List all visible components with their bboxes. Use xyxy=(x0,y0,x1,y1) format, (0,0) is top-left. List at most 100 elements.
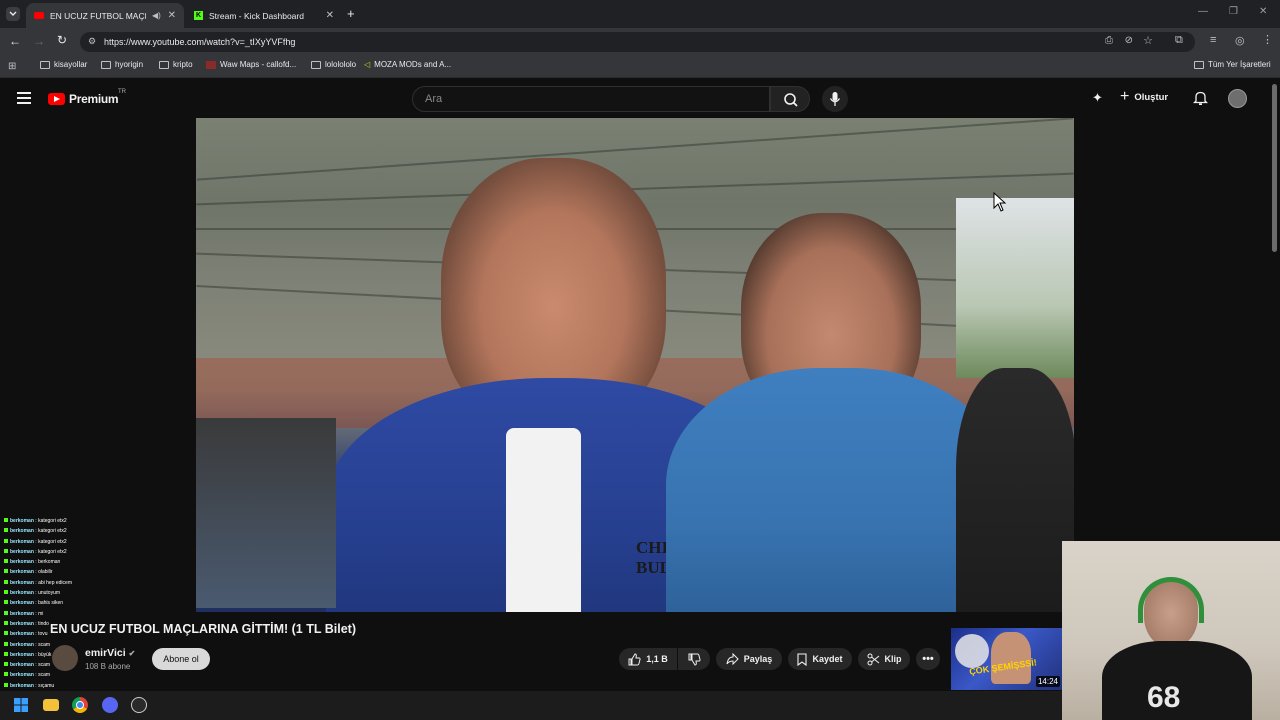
dislike-button[interactable] xyxy=(678,648,710,670)
more-actions-button[interactable]: ••• xyxy=(916,648,940,670)
reload-icon[interactable]: ↻ xyxy=(57,33,67,47)
maximize-button[interactable]: ❐ xyxy=(1229,6,1238,17)
discord-icon[interactable] xyxy=(102,697,118,713)
profile-icon[interactable]: ◎ xyxy=(1235,34,1245,47)
chat-text: scam xyxy=(38,672,51,679)
chat-text: kategori etx2 xyxy=(38,528,67,535)
chat-badge-icon xyxy=(4,641,8,646)
channel-avatar[interactable] xyxy=(52,645,78,671)
chat-badge-icon xyxy=(4,548,8,553)
file-explorer-icon[interactable] xyxy=(43,699,59,711)
obs-icon[interactable] xyxy=(131,697,147,713)
chat-message: berkoman : kategori etx2 xyxy=(0,547,230,557)
clip-button[interactable]: Klip xyxy=(858,648,910,670)
bookmark-folder[interactable]: lololololo xyxy=(311,60,356,69)
back-icon[interactable]: ← xyxy=(9,34,21,48)
share-button[interactable]: Paylaş xyxy=(716,648,782,670)
eye-off-icon[interactable]: ⊘ xyxy=(1125,35,1133,46)
menu-kebab-icon[interactable]: ⋮ xyxy=(1262,33,1273,46)
tab-title: EN UCUZ FUTBOL MAÇLAR xyxy=(50,10,146,21)
page-scrollbar[interactable] xyxy=(1272,84,1277,252)
folder-icon xyxy=(311,60,321,69)
share-icon xyxy=(726,653,739,665)
bookmark-folder[interactable]: kripto xyxy=(159,60,193,69)
chat-message: berkoman : mi xyxy=(0,609,230,619)
create-button[interactable]: + Oluştur xyxy=(1120,88,1168,105)
chat-message: berkoman : abi hep edicem xyxy=(0,578,230,588)
chat-text: berkoman xyxy=(38,559,61,566)
gaming-icon[interactable]: ✦ xyxy=(1092,90,1103,106)
chat-username: berkoman xyxy=(10,569,34,576)
bookmark-folder[interactable]: kisayollar xyxy=(40,60,87,69)
minimize-button[interactable]: — xyxy=(1198,6,1208,17)
chrome-icon[interactable] xyxy=(72,697,88,713)
tab-youtube[interactable]: EN UCUZ FUTBOL MAÇLAR ◀︎) ✕ xyxy=(26,3,184,28)
chat-badge-icon xyxy=(4,569,8,574)
chat-text: unutoyum xyxy=(38,590,61,597)
chat-badge-icon xyxy=(4,538,8,543)
close-tab-icon[interactable]: ✕ xyxy=(326,10,334,21)
waw-maps-icon xyxy=(206,60,216,69)
chat-message: berkoman : sıçamu xyxy=(0,681,230,691)
video-title: EN UCUZ FUTBOL MAÇLARINA GİTTİM! (1 TL B… xyxy=(50,622,356,636)
kick-favicon-icon: K xyxy=(194,11,203,20)
chat-username: berkoman xyxy=(10,662,34,669)
avatar[interactable] xyxy=(1228,89,1247,108)
audio-icon[interactable]: ◀︎) xyxy=(152,11,161,20)
chat-text: sıçamu xyxy=(38,682,55,689)
search-button[interactable] xyxy=(770,86,810,112)
chat-badge-icon xyxy=(4,672,8,677)
verified-badge-icon: ✔ xyxy=(128,649,136,658)
voice-search-button[interactable] xyxy=(822,86,848,112)
all-bookmarks[interactable]: Tüm Yer İşaretleri xyxy=(1194,60,1271,69)
chat-badge-icon xyxy=(4,528,8,533)
bookmark-link[interactable]: Waw Maps - callofd... xyxy=(206,60,296,69)
chat-badge-icon xyxy=(4,579,8,584)
chat-badge-icon xyxy=(4,620,8,625)
chat-text: scam xyxy=(38,641,51,648)
new-tab-button[interactable]: + xyxy=(347,6,355,21)
chat-username: berkoman xyxy=(10,518,34,524)
chat-badge-icon xyxy=(4,559,8,564)
extensions-icon[interactable]: ⧉ xyxy=(1175,34,1183,47)
thumbs-up-icon xyxy=(628,652,641,665)
hamburger-menu-icon[interactable] xyxy=(17,92,31,104)
mouse-cursor-icon xyxy=(993,192,1007,212)
youtube-favicon-icon xyxy=(34,12,44,19)
address-bar[interactable]: ⚙ https://www.youtube.com/watch?v=_tIXyY… xyxy=(80,32,1195,52)
bookmark-folder[interactable]: hyorigin xyxy=(101,60,143,69)
chat-username: berkoman xyxy=(10,641,34,648)
close-window-button[interactable]: ✕ xyxy=(1259,6,1267,17)
like-button[interactable]: 1,1 B xyxy=(619,648,677,670)
plus-icon: + xyxy=(1120,88,1130,105)
tab-search-icon[interactable] xyxy=(6,7,20,21)
chat-text: büyük xyxy=(38,651,52,658)
webcam-overlay: 68 xyxy=(1062,541,1280,720)
chat-username: berkoman xyxy=(10,651,34,658)
notifications-bell-icon[interactable] xyxy=(1193,90,1208,106)
install-icon[interactable]: ⎙ xyxy=(1105,35,1113,46)
chat-message: berkoman : unutoyum xyxy=(0,588,230,598)
search-input[interactable]: Ara xyxy=(412,86,770,112)
close-tab-icon[interactable]: ✕ xyxy=(168,10,176,21)
chat-username: berkoman xyxy=(10,620,34,627)
windows-start-icon[interactable] xyxy=(13,697,29,713)
save-button[interactable]: Kaydet xyxy=(788,648,852,670)
recommended-video-thumbnail[interactable]: ÇOK ŞEMİŞSSİ! 14:24 xyxy=(951,628,1063,690)
site-info-icon[interactable]: ⚙ xyxy=(88,36,96,47)
bookmark-link[interactable]: ◁ MOZA MODs and A... xyxy=(364,60,451,69)
chat-message: berkoman : kategori etx2 xyxy=(0,516,230,526)
tab-kick[interactable]: K Stream - Kick Dashboard ✕ xyxy=(186,3,342,28)
channel-name[interactable]: emirVici ✔ xyxy=(85,647,135,659)
folder-icon xyxy=(40,60,50,69)
video-player[interactable]: CHIC BUL xyxy=(196,118,1074,612)
chat-text: kategori etx2 xyxy=(38,518,67,524)
like-count: 1,1 B xyxy=(646,654,668,664)
media-control-icon[interactable]: ≡ xyxy=(1210,34,1216,46)
subscribe-button[interactable]: Abone ol xyxy=(152,648,210,670)
youtube-logo[interactable]: Premium xyxy=(48,92,119,106)
forward-icon[interactable]: → xyxy=(33,34,45,48)
apps-grid-icon[interactable]: ⊞ xyxy=(8,61,16,72)
chat-badge-icon xyxy=(4,600,8,605)
bookmark-star-icon[interactable]: ☆ xyxy=(1143,34,1153,47)
